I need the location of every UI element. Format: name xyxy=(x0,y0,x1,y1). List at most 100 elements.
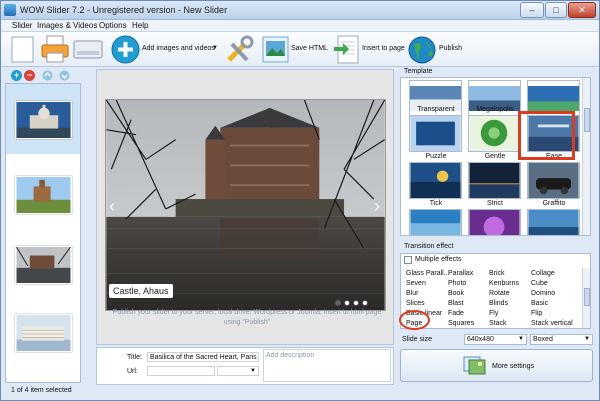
transition-option[interactable]: Parallax xyxy=(448,269,474,279)
save-html-label[interactable]: Save HTML xyxy=(291,45,328,52)
slide-size-select[interactable]: 640x480 ▼ xyxy=(464,334,527,345)
app-logo-icon xyxy=(4,4,16,16)
transition-option[interactable]: Stack xyxy=(489,319,519,329)
minimize-button[interactable]: – xyxy=(520,2,544,18)
insert-to-page-label[interactable]: Insert to page xyxy=(362,45,405,52)
slider-preview[interactable] xyxy=(105,99,386,311)
transition-option[interactable]: Slices xyxy=(406,299,450,309)
template-graffito[interactable] xyxy=(527,162,580,199)
menu-options[interactable]: Options xyxy=(99,21,127,30)
menu-slider[interactable]: Slider xyxy=(12,21,32,30)
template-name-gentle: Gentle xyxy=(484,153,506,160)
template-name-strict: Strict xyxy=(487,200,503,207)
slide-mode-value: Boxed xyxy=(533,336,553,343)
transition-option[interactable]: Squares xyxy=(448,319,474,329)
template-name-puzzle: Puzzle xyxy=(425,153,447,160)
template-scroll-thumb[interactable] xyxy=(584,108,590,132)
slide-list xyxy=(5,83,81,383)
tools-icon[interactable] xyxy=(223,35,255,64)
template-name-tick: Tick xyxy=(429,200,443,207)
template-strict[interactable] xyxy=(468,162,521,199)
move-down-icon[interactable] xyxy=(59,70,70,81)
settings-images-icon xyxy=(463,356,486,375)
menu-help[interactable]: Help xyxy=(132,21,148,30)
add-images-dropdown-icon[interactable]: ▼ xyxy=(212,45,218,51)
printer-icon[interactable] xyxy=(40,35,70,64)
add-images-icon[interactable] xyxy=(111,35,140,64)
slide-thumb-4[interactable] xyxy=(6,304,80,374)
transition-option[interactable]: Basic xyxy=(531,299,573,309)
slide-mode-select[interactable]: Boxed ▼ xyxy=(530,334,593,345)
transition-col-4: Collage Cube Domino Basic Flip Stack ver… xyxy=(531,269,573,329)
bullet-4[interactable] xyxy=(362,300,368,306)
save-drive-icon[interactable] xyxy=(73,37,103,62)
transition-option[interactable]: Fly xyxy=(489,309,519,319)
transition-option[interactable]: Rotate xyxy=(489,289,519,299)
transition-option[interactable]: Blinds xyxy=(489,299,519,309)
transition-option[interactable]: Cube xyxy=(531,279,573,289)
transition-option[interactable]: Glass Parall... xyxy=(406,269,450,279)
publish-globe-icon[interactable] xyxy=(407,35,437,64)
transition-scrollbar[interactable] xyxy=(582,268,590,328)
transition-option[interactable]: Flip xyxy=(531,309,573,319)
transition-option[interactable]: Seven xyxy=(406,279,450,289)
transition-option[interactable]: Fade xyxy=(448,309,474,319)
template-scrollbar[interactable] xyxy=(582,78,590,235)
url-input[interactable] xyxy=(147,366,215,376)
new-document-icon[interactable] xyxy=(9,36,37,63)
help-line-2: using "Publish" xyxy=(223,319,271,326)
publish-label[interactable]: Publish xyxy=(439,45,462,52)
maximize-button[interactable]: □ xyxy=(545,2,567,18)
title-input[interactable]: Basilica of the Sacred Heart, Paris xyxy=(147,352,259,362)
next-arrow-icon[interactable]: › xyxy=(374,196,380,217)
url-target-dropdown-icon: ▼ xyxy=(250,368,256,374)
bullet-1[interactable] xyxy=(335,300,341,306)
transition-option[interactable]: Kenburns xyxy=(489,279,519,289)
description-textarea[interactable]: Add description xyxy=(263,349,391,382)
url-label: Url: xyxy=(127,368,138,375)
template-tick[interactable] xyxy=(409,162,462,199)
help-line-1: Publish your slider to your server, loca… xyxy=(112,309,382,316)
window-title: WOW Slider 7.2 - Unregistered version - … xyxy=(20,5,228,15)
transition-option[interactable]: Collage xyxy=(531,269,573,279)
remove-slide-button[interactable]: − xyxy=(24,70,35,81)
slide-image-4 xyxy=(15,314,72,352)
transition-option[interactable]: Photo xyxy=(448,279,474,289)
transition-scroll-thumb[interactable] xyxy=(584,288,590,306)
transition-option[interactable]: Blur xyxy=(406,289,450,299)
close-button[interactable]: ✕ xyxy=(568,2,596,18)
template-puzzle[interactable] xyxy=(409,115,462,152)
insert-to-page-icon[interactable] xyxy=(333,35,359,64)
template-name-graffito: Graffito xyxy=(542,200,566,207)
url-target-select[interactable]: ▼ xyxy=(217,366,259,376)
save-html-icon[interactable] xyxy=(262,36,289,63)
template-name-transparent: Transparent xyxy=(417,106,455,113)
slide-thumb-2[interactable] xyxy=(6,162,80,232)
transition-option[interactable]: Book xyxy=(448,289,474,299)
add-images-label[interactable]: Add images and videos xyxy=(142,45,215,52)
bullet-2[interactable] xyxy=(344,300,350,306)
transition-option[interactable]: Domino xyxy=(531,289,573,299)
slide-thumb-1[interactable] xyxy=(6,84,80,154)
title-bar: WOW Slider 7.2 - Unregistered version - … xyxy=(1,1,599,20)
bullet-3[interactable] xyxy=(353,300,359,306)
transition-option[interactable]: Stack vertical xyxy=(531,319,573,329)
template-row4-3[interactable] xyxy=(527,209,580,236)
slide-image-basilica xyxy=(15,101,72,139)
add-slide-button[interactable]: + xyxy=(11,70,22,81)
transition-option[interactable]: Brick xyxy=(489,269,519,279)
template-row4-2[interactable] xyxy=(468,209,521,236)
status-text: 1 of 4 item selected xyxy=(11,387,72,394)
slide-thumb-3[interactable] xyxy=(6,234,80,304)
menu-bar: Slider Images & Videos Options Help xyxy=(1,20,599,32)
multiple-effects-checkbox[interactable] xyxy=(404,256,412,264)
menu-images-videos[interactable]: Images & Videos xyxy=(37,21,97,30)
slide-image-2 xyxy=(15,176,72,214)
more-settings-label: More settings xyxy=(492,363,535,370)
template-section-label: Template xyxy=(404,68,433,75)
move-up-icon[interactable] xyxy=(42,70,53,81)
prev-arrow-icon[interactable]: ‹ xyxy=(109,196,115,217)
transition-option[interactable]: Blast xyxy=(448,299,474,309)
template-gentle[interactable] xyxy=(468,115,521,152)
template-row4-1[interactable] xyxy=(409,209,462,236)
